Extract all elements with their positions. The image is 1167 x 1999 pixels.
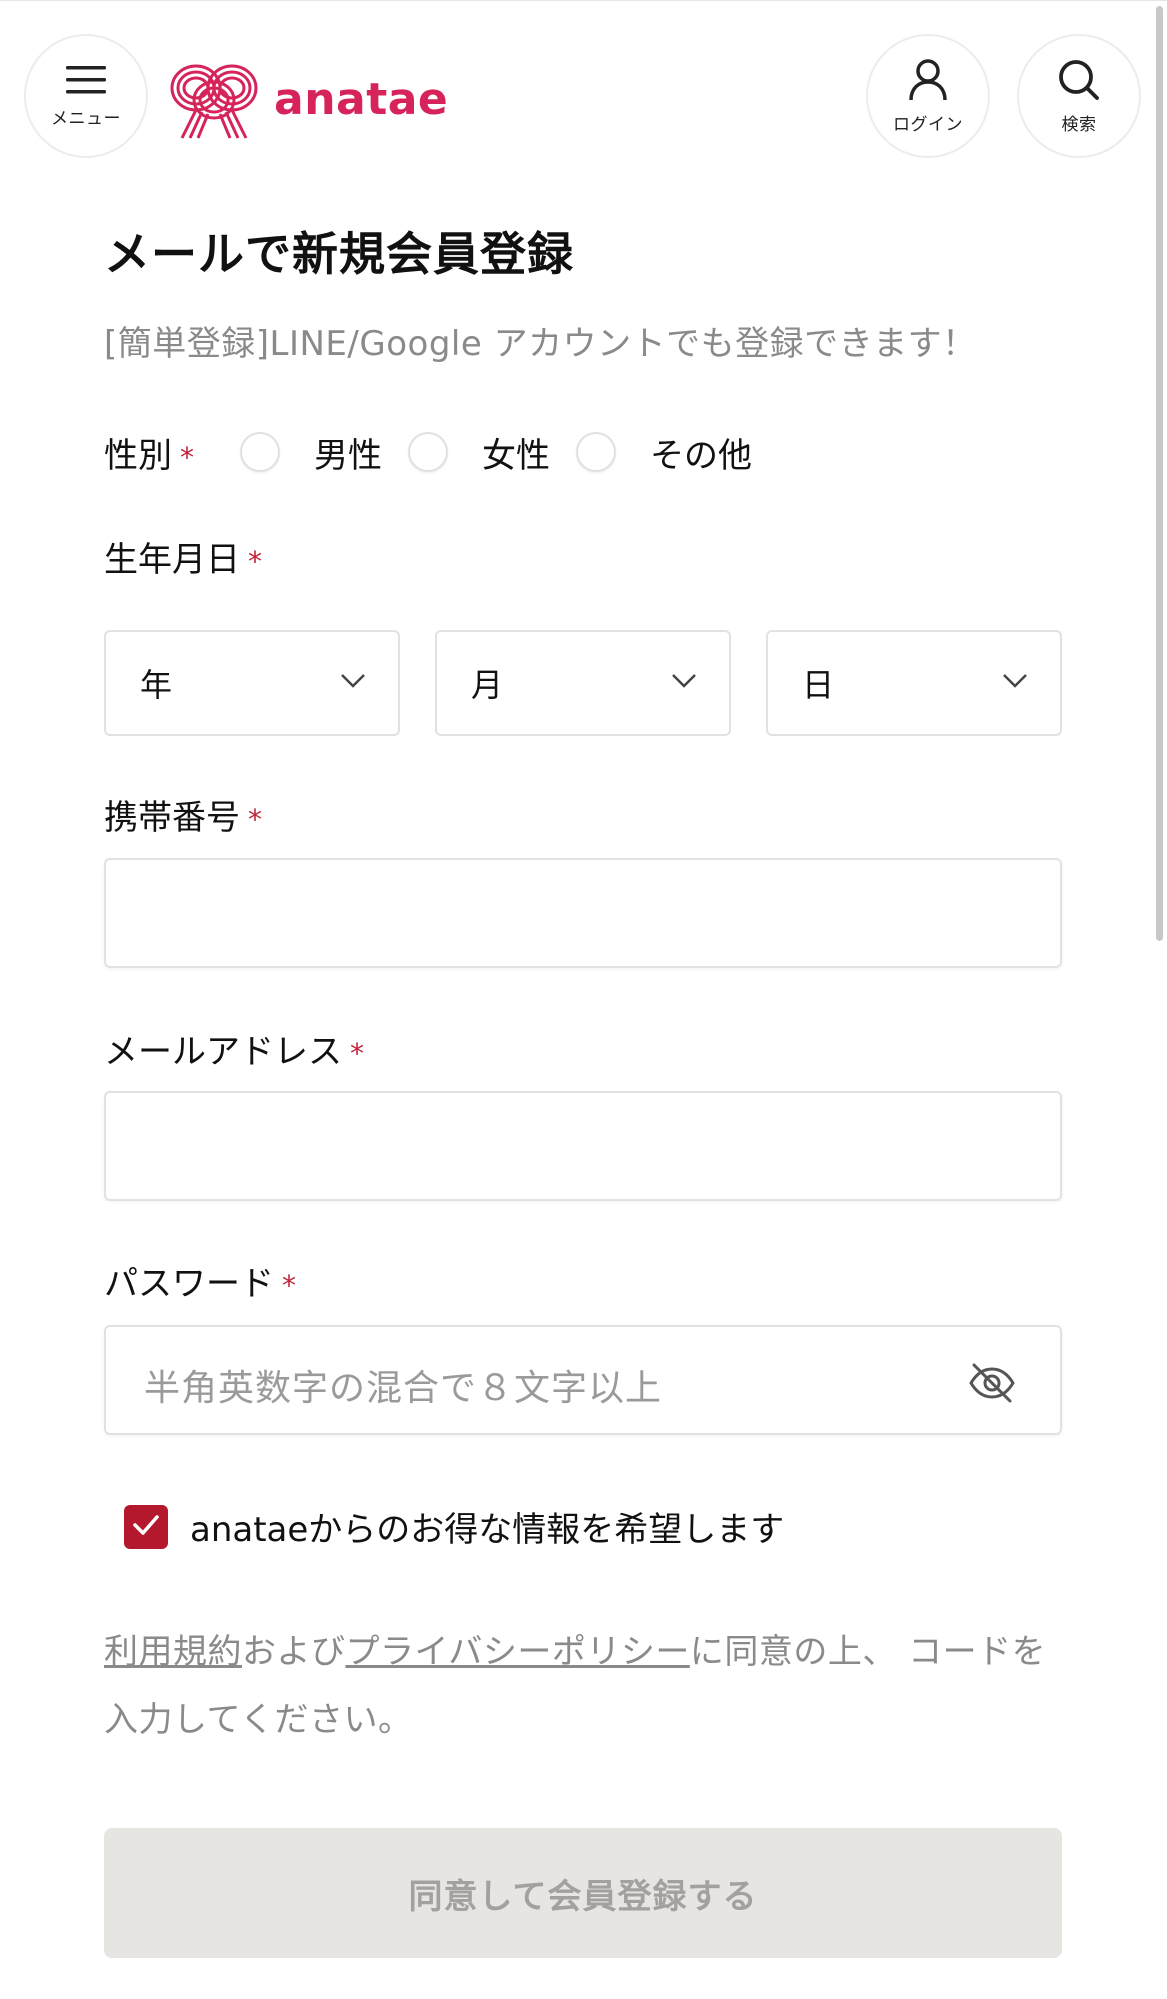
page-title: メールで新規会員登録 [104, 227, 574, 281]
login-label: ログイン [893, 114, 963, 135]
chevron-down-icon [671, 673, 697, 693]
scrollbar[interactable] [1156, 6, 1163, 941]
brand-name: anatae [274, 73, 449, 125]
phone-label: 携帯番号 * [104, 798, 262, 838]
gender-radio-male[interactable] [240, 432, 280, 472]
search-label: 検索 [1061, 114, 1097, 135]
phone-input[interactable] [104, 858, 1062, 968]
required-mark: * [350, 1037, 364, 1070]
search-button[interactable]: 検索 [1017, 34, 1141, 158]
newsletter-checkbox[interactable] [124, 1504, 168, 1549]
menu-button[interactable]: メニュー [24, 34, 148, 158]
gender-option-other[interactable]: その他 [650, 428, 752, 477]
birth-month-value: 月 [471, 666, 504, 704]
brand-logo[interactable]: anatae [166, 54, 448, 144]
top-border [0, 0, 1167, 1]
gender-field: 性別 * 男性 女性 その他 [104, 424, 752, 480]
gender-label: 性別 * [104, 435, 194, 476]
quick-register-note: [簡単登録]LINE/Google アカウントでも登録できます！ [104, 324, 977, 364]
terms-link[interactable]: 利用規約 [104, 1632, 242, 1672]
register-submit-button[interactable]: 同意して会員登録する [104, 1828, 1062, 1958]
password-label: パスワード * [104, 1264, 296, 1304]
search-icon [1057, 58, 1101, 106]
terms-and: および [242, 1632, 346, 1672]
email-input[interactable] [104, 1091, 1062, 1201]
birth-day-value: 日 [802, 666, 835, 704]
eye-off-icon[interactable] [968, 1361, 1016, 1409]
terms-notice: 利用規約およびプライバシーポリシーに同意の上、 コードを入力してください。 [104, 1618, 1064, 1754]
newsletter-option[interactable]: anataeからのお得な情報を希望します [124, 1502, 784, 1551]
password-placeholder: 半角英数字の混合で８文字以上 [144, 1368, 663, 1409]
user-icon [908, 58, 948, 106]
birth-year-select[interactable]: 年 [104, 630, 400, 736]
mizuhiki-knot-icon [166, 54, 262, 144]
gender-radio-female[interactable] [408, 432, 448, 472]
required-mark: * [248, 545, 262, 578]
newsletter-label: anataeからのお得な情報を希望します [190, 1510, 785, 1550]
birth-day-select[interactable]: 日 [766, 630, 1062, 736]
required-mark: * [248, 803, 262, 836]
chevron-down-icon [340, 673, 366, 693]
chevron-down-icon [1002, 673, 1028, 693]
email-label: メールアドレス * [104, 1032, 364, 1072]
required-mark: * [282, 1269, 296, 1302]
birthdate-label: 生年月日 * [104, 540, 262, 580]
gender-option-male[interactable]: 男性 [314, 428, 382, 477]
login-button[interactable]: ログイン [866, 34, 990, 158]
menu-label: メニュー [51, 108, 121, 129]
gender-radio-other[interactable] [576, 432, 616, 472]
checkmark-icon [132, 1514, 160, 1540]
birth-month-select[interactable]: 月 [435, 630, 731, 736]
password-input[interactable]: 半角英数字の混合で８文字以上 [104, 1325, 1062, 1435]
gender-option-female[interactable]: 女性 [482, 428, 550, 477]
register-submit-label: 同意して会員登録する [408, 1876, 758, 1917]
privacy-policy-link[interactable]: プライバシーポリシー [346, 1632, 690, 1672]
required-mark: * [180, 440, 194, 474]
birth-year-value: 年 [140, 666, 173, 704]
hamburger-icon [66, 64, 106, 100]
